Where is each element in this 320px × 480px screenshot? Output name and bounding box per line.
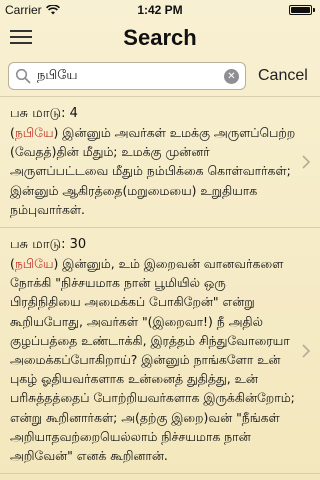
battery-cap (313, 8, 315, 12)
chevron-right-icon (302, 155, 310, 169)
search-highlight: நபியே (14, 125, 54, 140)
battery-fill (291, 7, 310, 13)
status-bar: Carrier 1:42 PM (0, 0, 320, 20)
result-item[interactable]: பசு மாடு: 4 (நபியே) இன்னும் அவர்கள் உமக்… (0, 97, 320, 229)
cancel-button[interactable]: Cancel (258, 67, 308, 85)
page-title: Search (123, 25, 197, 50)
chevron-right-icon (302, 344, 310, 358)
search-highlight: நபியே (14, 256, 54, 272)
app-screen: Carrier 1:42 PM Search நபியே ✕ Cancel பச… (0, 0, 320, 480)
search-row: ✕ Cancel (0, 56, 320, 96)
result-reference: பசு மாடு: 4 (10, 106, 78, 121)
hamburger-icon (10, 30, 32, 32)
status-right (289, 5, 315, 15)
search-box[interactable]: ✕ (8, 62, 246, 90)
result-reference: பசு மாடு: 30 (10, 237, 87, 253)
result-body: ) இன்னும், உம் இறைவன் வானவர்களை நோக்கி "… (10, 256, 295, 464)
menu-button[interactable] (10, 27, 32, 47)
status-time: 1:42 PM (137, 3, 183, 17)
search-input[interactable] (31, 68, 224, 84)
result-text: (நபியே) இன்னும் அவர்கள் உமக்கு அருளப்பெற… (10, 123, 296, 219)
result-text: (நபியே) இன்னும், உம் இறைவன் வானவர்களை நோ… (10, 254, 296, 465)
hamburger-line (10, 42, 32, 44)
results-list: பசு மாடு: 4 (நபியே) இன்னும் அவர்கள் உமக்… (0, 96, 320, 480)
result-body: ) இன்னும் அவர்கள் உமக்கு அருளப்பெற்ற (வே… (10, 125, 296, 217)
hamburger-line (10, 36, 32, 38)
clear-icon[interactable]: ✕ (224, 68, 239, 84)
search-icon (15, 68, 31, 84)
result-item[interactable]: பசு மாடு: 30 (நபியே) இன்னும், உம் இறைவன்… (0, 228, 320, 475)
nav-header: Search (0, 20, 320, 56)
battery-icon (289, 5, 312, 15)
